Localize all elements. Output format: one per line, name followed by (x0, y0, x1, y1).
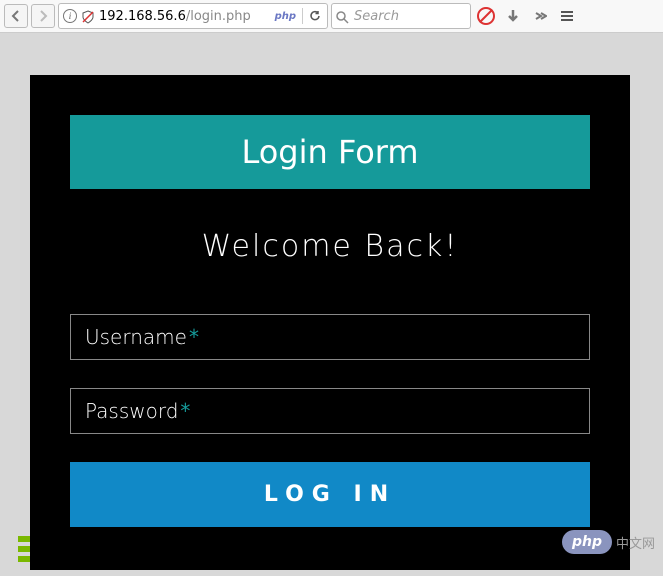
tracking-shield-icon[interactable] (81, 9, 95, 23)
menu-icon[interactable] (555, 4, 579, 28)
required-asterisk: * (180, 399, 190, 423)
password-field[interactable]: Password * (70, 388, 590, 434)
search-placeholder: Search (354, 9, 399, 24)
phpcn-text: 中文网 (616, 533, 655, 552)
url-separator (302, 8, 303, 24)
username-field[interactable]: Username * (70, 314, 590, 360)
required-asterisk: * (189, 325, 199, 349)
username-label: Username (85, 325, 187, 349)
url-path: /login.php (186, 9, 251, 24)
reload-button[interactable] (307, 8, 323, 24)
login-card: Login Form Welcome Back! Username * Pass… (30, 75, 630, 570)
forward-button[interactable] (31, 4, 55, 28)
form-title: Login Form (70, 115, 590, 189)
browser-toolbar: i 192.168.56.6/login.php php Search (0, 0, 663, 33)
password-label: Password (85, 399, 178, 423)
search-icon (336, 9, 350, 23)
site-info-icon[interactable]: i (63, 9, 77, 23)
overflow-icon[interactable] (528, 4, 552, 28)
downloads-icon[interactable] (501, 4, 525, 28)
back-button[interactable] (4, 4, 28, 28)
login-button[interactable]: LOG IN (70, 462, 590, 527)
url-text: 192.168.56.6/login.php (99, 9, 271, 24)
php-pill-icon: php (562, 530, 612, 554)
url-php-badge: php (275, 11, 298, 22)
url-bar[interactable]: i 192.168.56.6/login.php php (58, 3, 328, 29)
noscript-icon[interactable] (474, 4, 498, 28)
welcome-text: Welcome Back! (70, 229, 590, 264)
watermark-phpcn: php 中文网 (562, 530, 655, 554)
search-bar[interactable]: Search (331, 3, 471, 29)
url-host: 192.168.56.6 (99, 9, 186, 24)
